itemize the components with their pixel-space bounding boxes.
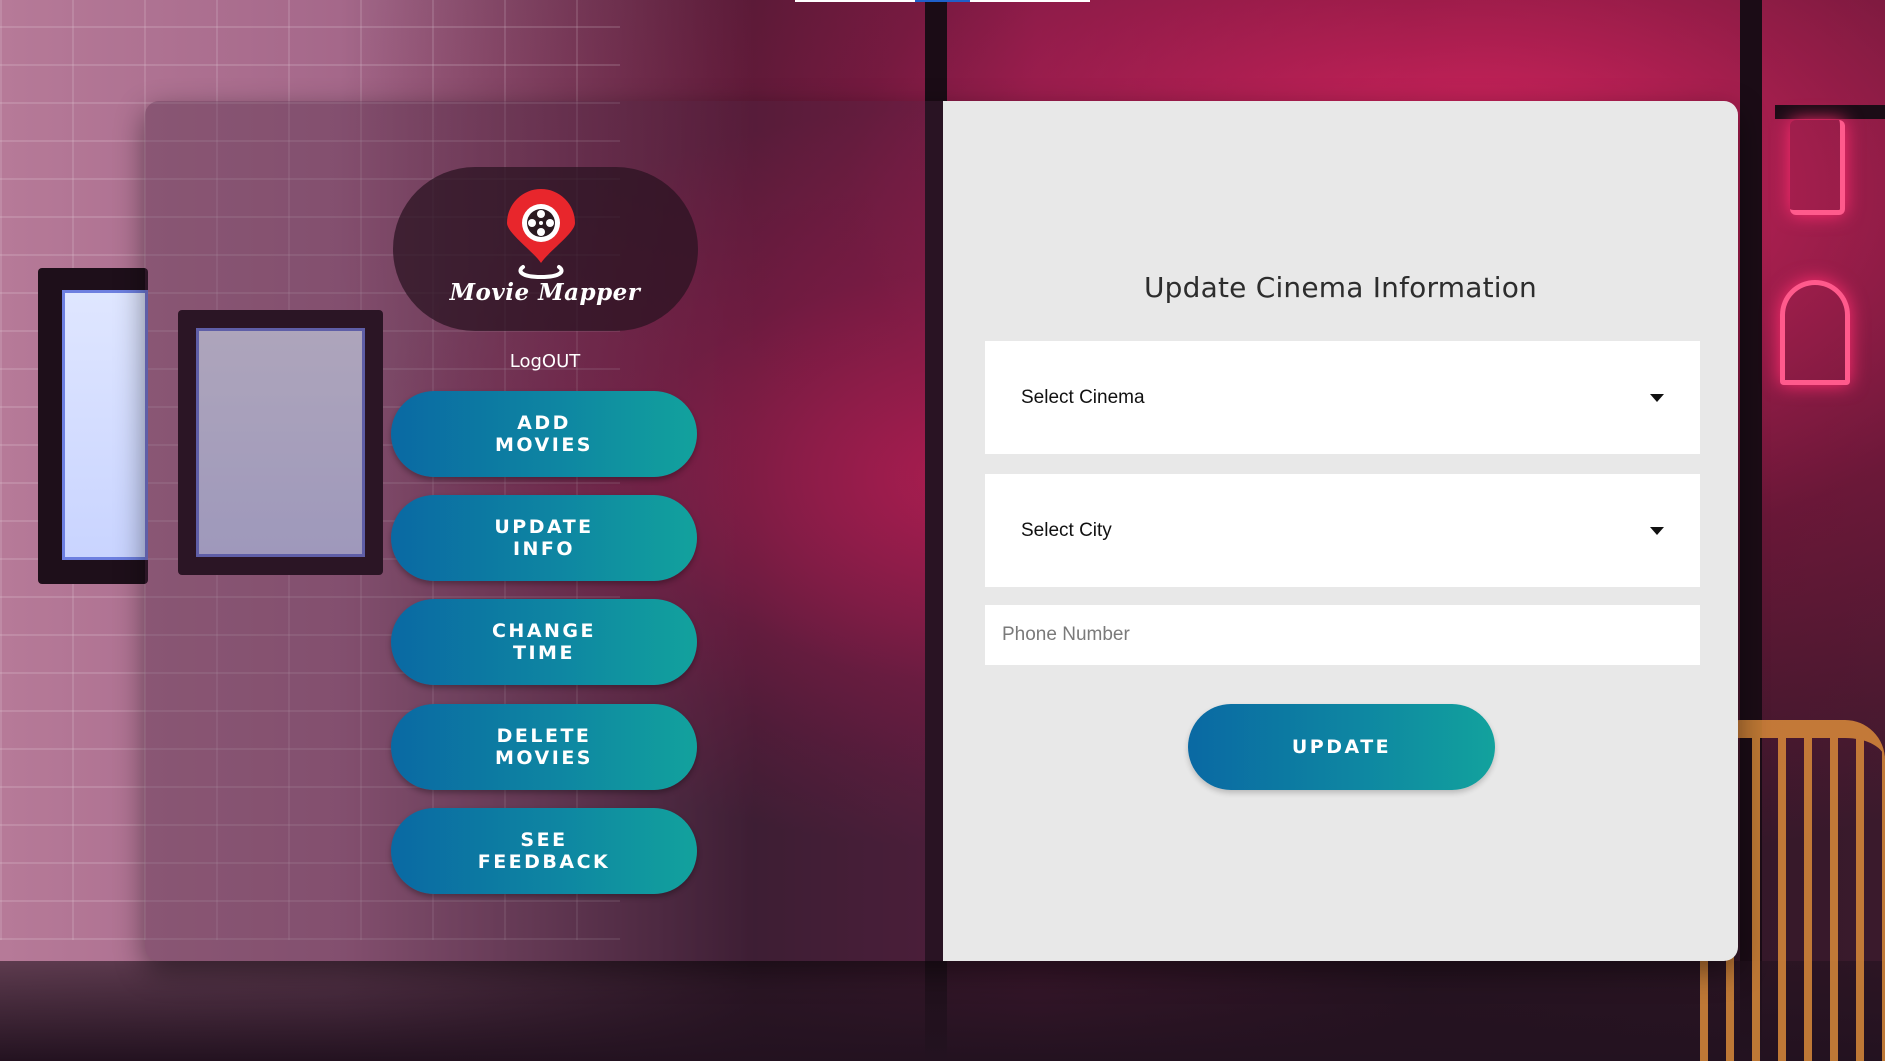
- nav-button-label: UPDATE INFO: [494, 516, 594, 560]
- background-neon-sign: [1780, 280, 1850, 385]
- top-loading-strip: [795, 0, 1090, 2]
- background-floor: [0, 961, 1885, 1061]
- change-time-button[interactable]: CHANGE TIME: [391, 599, 697, 685]
- update-form-panel: Update Cinema Information Select Cinema …: [943, 101, 1738, 961]
- add-movies-button[interactable]: ADD MOVIES: [391, 391, 697, 477]
- dashboard-card: Movie Mapper LogOUT ADD MOVIES UPDATE IN…: [145, 101, 1738, 961]
- city-select-value: Select City: [1021, 519, 1112, 541]
- background-neon-sign: [1790, 120, 1845, 215]
- map-pin-base-icon: [518, 265, 564, 280]
- update-info-button[interactable]: UPDATE INFO: [391, 495, 697, 581]
- logo-text: Movie Mapper: [449, 279, 641, 306]
- page: Movie Mapper LogOUT ADD MOVIES UPDATE IN…: [0, 0, 1885, 1061]
- background-poster-frame: [38, 268, 148, 584]
- sidebar-panel: Movie Mapper LogOUT ADD MOVIES UPDATE IN…: [145, 101, 943, 961]
- cinema-select[interactable]: Select Cinema: [985, 341, 1700, 454]
- update-button[interactable]: UPDATE: [1188, 704, 1495, 790]
- cinema-select-value: Select Cinema: [1021, 386, 1145, 408]
- see-feedback-button[interactable]: SEE FEEDBACK: [391, 808, 697, 894]
- film-reel-map-pin-icon: [507, 189, 575, 263]
- nav-button-label: ADD MOVIES: [495, 412, 593, 456]
- logout-link[interactable]: LogOUT: [395, 351, 695, 372]
- delete-movies-button[interactable]: DELETE MOVIES: [391, 704, 697, 790]
- background-beam: [1775, 105, 1885, 119]
- caret-down-icon: [1650, 526, 1664, 535]
- city-select[interactable]: Select City: [985, 474, 1700, 587]
- phone-number-input[interactable]: [985, 605, 1700, 665]
- form-title: Update Cinema Information: [1143, 271, 1538, 304]
- nav-button-label: SEE FEEDBACK: [477, 829, 611, 873]
- nav-button-label: CHANGE TIME: [491, 620, 597, 664]
- nav-button-label: DELETE MOVIES: [495, 725, 593, 769]
- caret-down-icon: [1650, 393, 1664, 402]
